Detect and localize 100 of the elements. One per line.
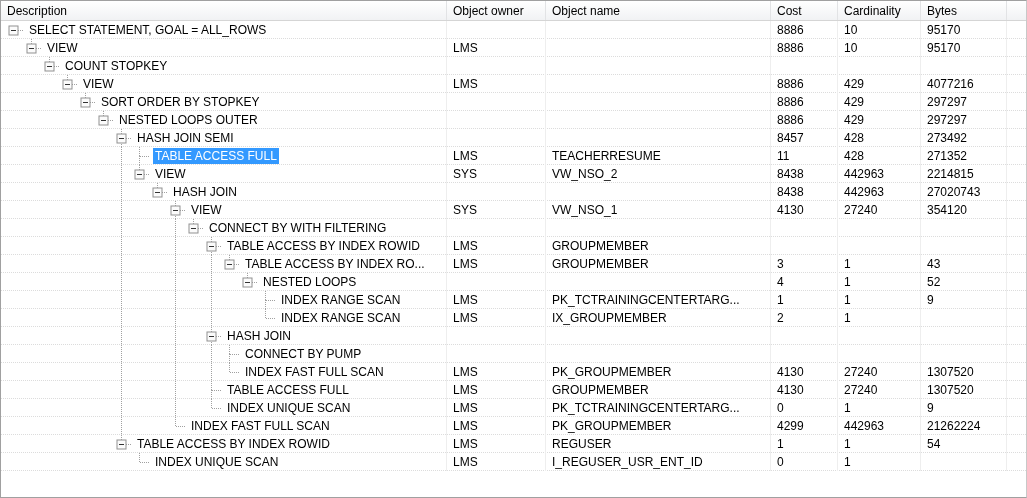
table-cell: 1: [777, 437, 784, 451]
table-cell: LMS: [453, 401, 478, 415]
tree-item[interactable]: HASH JOIN: [171, 184, 239, 200]
table-cell: REGUSER: [552, 437, 612, 451]
collapse-icon[interactable]: [44, 61, 55, 72]
table-cell: 1: [844, 293, 851, 307]
table-cell: GROUPMEMBER: [552, 257, 649, 271]
collapse-icon[interactable]: [80, 97, 91, 108]
collapse-icon[interactable]: [8, 25, 19, 36]
tree-line-drawing: [67, 75, 78, 85]
collapse-icon[interactable]: [26, 43, 37, 54]
tree-item[interactable]: INDEX RANGE SCAN: [279, 292, 403, 308]
table-cell: PK_GROUPMEMBER: [552, 365, 672, 379]
tree-item[interactable]: CONNECT BY WITH FILTERING: [207, 220, 389, 236]
table-cell: 1: [844, 275, 851, 289]
column-header[interactable]: Bytes: [921, 1, 1007, 20]
table-cell: 1307520: [927, 383, 974, 397]
tree-item[interactable]: INDEX FAST FULL SCAN: [189, 418, 332, 434]
tree-item[interactable]: COUNT STOPKEY: [63, 58, 170, 74]
table-cell: 8886: [777, 41, 804, 55]
column-header[interactable]: Description: [1, 1, 447, 20]
tree-item[interactable]: CONNECT BY PUMP: [243, 346, 364, 362]
tree-item[interactable]: VIEW: [153, 166, 188, 182]
table-cell: 1307520: [927, 365, 974, 379]
tree-line-drawing: [49, 57, 60, 67]
table-cell: 4130: [777, 203, 804, 217]
table-cell: 8886: [777, 113, 804, 127]
table-cell: 8438: [777, 167, 804, 181]
table-cell: 1: [844, 401, 851, 415]
table-cell: VW_NSO_1: [552, 203, 618, 217]
table-cell: LMS: [453, 293, 478, 307]
tree-item[interactable]: INDEX UNIQUE SCAN: [153, 454, 281, 470]
table-cell: 428: [844, 131, 865, 145]
table-cell: VW_NSO_2: [552, 167, 618, 181]
table-cell: 4077216: [927, 77, 974, 91]
table-cell: 9: [927, 293, 934, 307]
table-cell: 95170: [927, 23, 961, 37]
table-cell: 3: [777, 257, 784, 271]
collapse-icon[interactable]: [98, 115, 109, 126]
collapse-icon[interactable]: [116, 439, 127, 450]
collapse-icon[interactable]: [62, 79, 73, 90]
tree-item[interactable]: INDEX FAST FULL SCAN: [243, 364, 386, 380]
table-cell: 442963: [844, 419, 885, 433]
table-cell: 0: [777, 455, 784, 469]
column-header[interactable]: Cardinality: [838, 1, 921, 20]
table-cell: LMS: [453, 365, 478, 379]
collapse-icon[interactable]: [242, 277, 253, 288]
table-cell: 1: [844, 437, 851, 451]
table-cell: LMS: [453, 77, 478, 91]
table-cell: 8886: [777, 95, 804, 109]
tree-item[interactable]: VIEW: [81, 76, 116, 92]
table-cell: LMS: [453, 419, 478, 433]
tree-item[interactable]: HASH JOIN SEMI: [135, 130, 236, 146]
table-cell: 27240: [844, 383, 878, 397]
column-header[interactable]: Cost: [771, 1, 838, 20]
tree-line-drawing: [85, 93, 96, 103]
tree-item[interactable]: TABLE ACCESS FULL: [225, 382, 351, 398]
collapse-icon[interactable]: [170, 205, 181, 216]
tree-item[interactable]: VIEW: [45, 40, 80, 56]
table-cell: 95170: [927, 41, 961, 55]
tree-line-drawing: [121, 201, 186, 219]
table-cell: 4130: [777, 365, 804, 379]
tree-item[interactable]: NESTED LOOPS OUTER: [117, 112, 260, 128]
collapse-icon[interactable]: [116, 133, 127, 144]
tree-item[interactable]: INDEX UNIQUE SCAN: [225, 400, 353, 416]
tree-item[interactable]: NESTED LOOPS: [261, 274, 359, 290]
collapse-icon[interactable]: [134, 169, 145, 180]
tree-item[interactable]: VIEW: [189, 202, 224, 218]
table-cell: 428: [844, 149, 865, 163]
table-cell: 442963: [844, 185, 885, 199]
table-cell: 4130: [777, 383, 804, 397]
collapse-icon[interactable]: [206, 241, 217, 252]
collapse-icon[interactable]: [188, 223, 199, 234]
table-cell: 354120: [927, 203, 968, 217]
column-header[interactable]: Object name: [546, 1, 771, 20]
collapse-icon[interactable]: [152, 187, 163, 198]
tree-item[interactable]: HASH JOIN: [225, 328, 293, 344]
tree-item[interactable]: TABLE ACCESS BY INDEX RO...: [243, 256, 427, 272]
table-cell: 442963: [844, 167, 885, 181]
tree-item[interactable]: TABLE ACCESS BY INDEX ROWID: [225, 238, 422, 254]
tree-item[interactable]: SORT ORDER BY STOPKEY: [99, 94, 262, 110]
table-cell: 52: [927, 275, 941, 289]
table-cell: 273492: [927, 131, 968, 145]
tree-item[interactable]: TABLE ACCESS BY INDEX ROWID: [135, 436, 332, 452]
collapse-icon[interactable]: [224, 259, 235, 270]
table-cell: GROUPMEMBER: [552, 239, 649, 253]
tree-line-drawing: [31, 39, 42, 49]
table-cell: I_REGUSER_USR_ENT_ID: [552, 455, 703, 469]
table-cell: 429: [844, 77, 865, 91]
table-cell: 27020743: [927, 185, 981, 199]
table-cell: 8886: [777, 77, 804, 91]
tree-item[interactable]: SELECT STATEMENT, GOAL = ALL_ROWS: [27, 22, 269, 38]
table-cell: 4299: [777, 419, 804, 433]
tree-item[interactable]: INDEX RANGE SCAN: [279, 310, 403, 326]
table-cell: 297297: [927, 113, 968, 127]
table-cell: 54: [927, 437, 941, 451]
table-cell: 1: [844, 311, 851, 325]
column-header[interactable]: Object owner: [447, 1, 546, 20]
table-cell: LMS: [453, 383, 478, 397]
collapse-icon[interactable]: [206, 331, 217, 342]
